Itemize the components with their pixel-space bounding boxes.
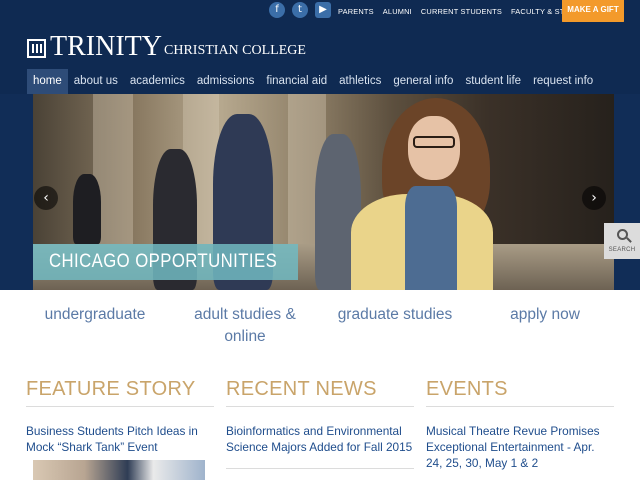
nav-item-student-life[interactable]: student life xyxy=(459,69,527,94)
glasses xyxy=(413,136,455,148)
event-link[interactable]: Musical Theatre Revue Promises Exception… xyxy=(426,423,614,471)
events-heading: EVENTS xyxy=(426,378,614,407)
slide-caption[interactable]: CHICAGO OPPORTUNITIES xyxy=(49,251,277,273)
feature-story-heading: FEATURE STORY xyxy=(26,378,214,407)
college-logo-icon[interactable] xyxy=(27,39,46,58)
twitter-icon[interactable]: t xyxy=(292,2,308,18)
nav-item-admissions[interactable]: admissions xyxy=(191,69,261,94)
make-a-gift-button[interactable]: MAKE A GIFT xyxy=(562,0,624,29)
facebook-icon[interactable]: f xyxy=(269,2,285,18)
next-slide-arrow-icon[interactable]: › xyxy=(582,186,606,210)
utility-link-parents[interactable]: PARENTS xyxy=(338,7,374,16)
divider xyxy=(226,468,414,469)
quick-link-graduate-studies[interactable]: graduate studies xyxy=(330,304,460,326)
hero-photo[interactable]: CHICAGO OPPORTUNITIES xyxy=(33,94,614,290)
previous-slide-arrow-icon[interactable]: ‹ xyxy=(34,186,58,210)
quick-link-adult-studies[interactable]: adult studies & online xyxy=(180,304,310,348)
events-column: EVENTS Musical Theatre Revue Promises Ex… xyxy=(426,378,614,471)
feature-story-link[interactable]: Business Students Pitch Ideas in Mock “S… xyxy=(26,423,214,455)
nav-item-athletics[interactable]: athletics xyxy=(333,69,387,94)
search-label: SEARCH xyxy=(608,247,636,253)
recent-news-column: RECENT NEWS Bioinformatics and Environme… xyxy=(226,378,414,469)
search-button[interactable]: SEARCH xyxy=(604,223,640,259)
site-header: TRINITY CHRISTIAN COLLEGE home about us … xyxy=(0,22,640,94)
nav-item-general-info[interactable]: general info xyxy=(387,69,459,94)
quick-link-undergraduate[interactable]: undergraduate xyxy=(30,304,160,326)
feature-story-column: FEATURE STORY Business Students Pitch Id… xyxy=(26,378,214,455)
utility-link-current-students[interactable]: CURRENT STUDENTS xyxy=(421,7,502,16)
utility-links: PARENTS ALUMNI CURRENT STUDENTS FACULTY … xyxy=(338,0,578,22)
main-nav: home about us academics admissions finan… xyxy=(27,69,599,94)
nav-item-about-us[interactable]: about us xyxy=(68,69,124,94)
logo-subname[interactable]: CHRISTIAN COLLEGE xyxy=(164,43,306,59)
nav-item-academics[interactable]: academics xyxy=(124,69,191,94)
nav-item-financial-aid[interactable]: financial aid xyxy=(260,69,333,94)
logo-name[interactable]: TRINITY xyxy=(50,31,162,63)
nav-item-home[interactable]: home xyxy=(27,69,68,94)
recent-news-heading: RECENT NEWS xyxy=(226,378,414,407)
utility-link-alumni[interactable]: ALUMNI xyxy=(383,7,412,16)
feature-story-image[interactable] xyxy=(33,460,205,480)
youtube-icon[interactable]: ▶ xyxy=(315,2,331,18)
hero-slider: CHICAGO OPPORTUNITIES ‹ › xyxy=(0,94,640,290)
recent-news-link[interactable]: Bioinformatics and Environmental Science… xyxy=(226,423,414,455)
nav-item-request-info[interactable]: request info xyxy=(527,69,599,94)
quick-link-apply-now[interactable]: apply now xyxy=(480,304,610,326)
utility-bar: f t ▶ PARENTS ALUMNI CURRENT STUDENTS FA… xyxy=(0,0,640,22)
